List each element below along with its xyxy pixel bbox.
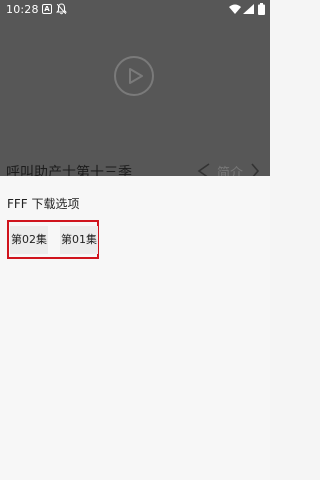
download-options-title: FFF 下载选项 [7,197,80,211]
battery-icon [258,3,265,18]
signal-icon [243,4,254,17]
episode-02-button[interactable]: 第02集 [10,226,48,254]
episode-01-button[interactable]: 第01集 [60,226,98,254]
a-badge-icon: A [42,4,52,14]
video-player[interactable]: 10:28 A [0,0,270,157]
bell-off-icon [55,3,68,18]
play-button[interactable] [113,55,155,97]
play-icon [114,56,154,96]
wifi-icon [229,4,241,17]
sheet-top-edge [0,176,270,184]
status-time: 10:28 [6,3,39,16]
status-bar: 10:28 A [0,0,270,20]
